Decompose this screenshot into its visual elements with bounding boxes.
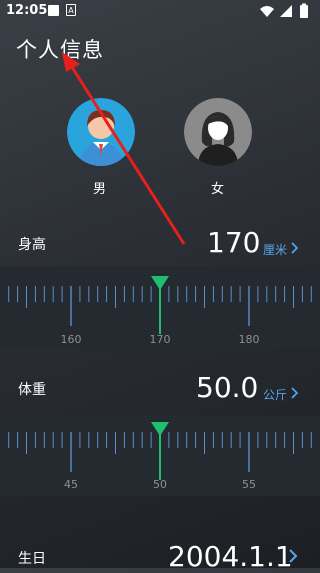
status-time: 12:05 (6, 3, 48, 18)
height-value: 170 (207, 226, 261, 259)
chevron-right-icon (291, 387, 298, 399)
a-notification-icon: A (66, 4, 76, 16)
female-label: 女 (211, 182, 225, 197)
page-title: 个人信息 (16, 38, 104, 62)
chevron-right-icon (291, 242, 298, 254)
signal-icon (280, 5, 292, 17)
weight-value: 50.0 (196, 371, 259, 404)
chevron-right-icon[interactable] (288, 548, 298, 564)
status-bar: 12:05 A (0, 0, 320, 22)
height-ruler-tick-label: 170 (150, 333, 171, 346)
female-avatar-icon (184, 98, 252, 166)
male-label: 男 (93, 182, 107, 197)
height-unit-button[interactable]: 厘米 (263, 241, 299, 258)
weight-unit-label: 公斤 (263, 388, 288, 402)
birthday-label: 生日 (18, 551, 46, 567)
status-icons (260, 3, 308, 18)
height-ruler-indicator-handle[interactable] (151, 276, 169, 290)
height-ruler[interactable]: 160 170 180 (0, 266, 320, 348)
weight-label: 体重 (18, 382, 46, 398)
female-avatar-button[interactable] (184, 98, 252, 166)
weight-ruler-indicator-handle[interactable] (151, 422, 169, 436)
height-unit-label: 厘米 (263, 243, 288, 257)
weight-ruler-tick-label: 45 (64, 478, 78, 491)
weight-ruler[interactable]: 45 50 55 (0, 416, 320, 496)
male-avatar-button[interactable] (67, 98, 135, 166)
weight-unit-button[interactable]: 公斤 (263, 386, 299, 403)
male-avatar-icon (67, 98, 135, 166)
height-ruler-tick-label: 160 (61, 333, 82, 346)
battery-icon (300, 5, 308, 18)
weight-ruler-tick-label: 55 (242, 478, 256, 491)
height-ruler-tick-label: 180 (239, 333, 260, 346)
birthday-value[interactable]: 2004.1.1 (168, 540, 293, 573)
height-label: 身高 (18, 237, 46, 253)
wifi-icon (260, 6, 274, 17)
notification-icon (48, 5, 59, 16)
